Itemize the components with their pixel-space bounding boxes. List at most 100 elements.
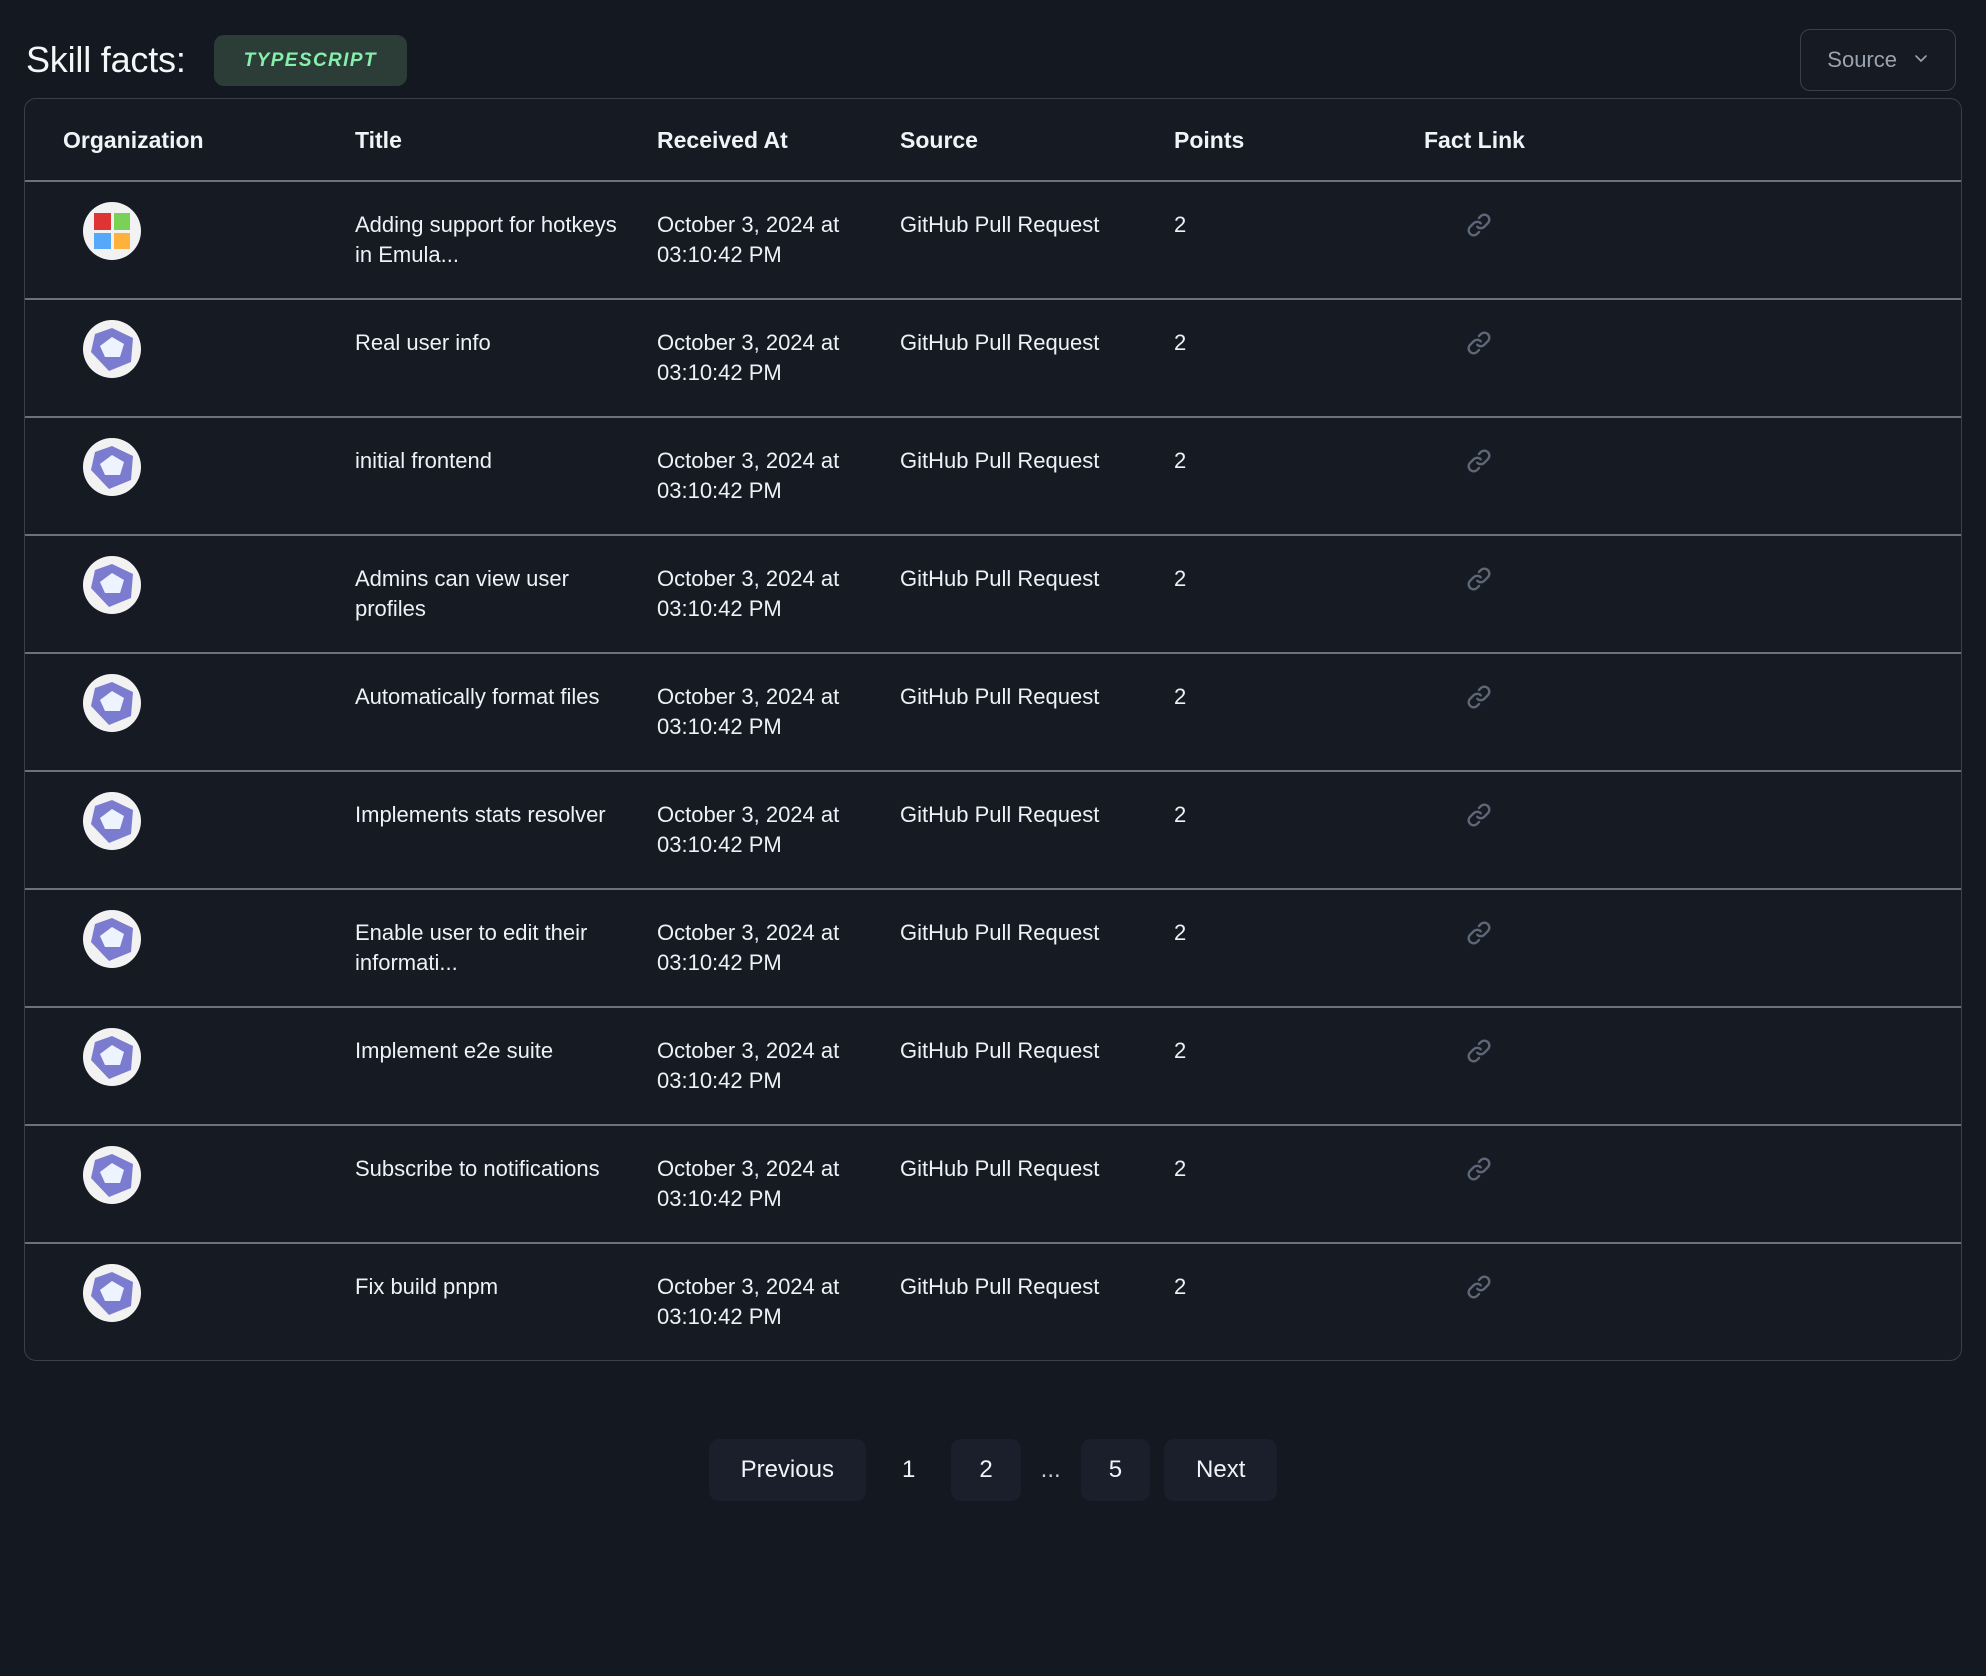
cell-received-at: October 3, 2024 at03:10:42 PM: [657, 299, 900, 417]
link-icon[interactable]: [1464, 328, 1494, 358]
link-icon[interactable]: [1464, 682, 1494, 712]
page-header: Skill facts: TYPESCRIPT Source: [0, 0, 1986, 98]
cell-source: GitHub Pull Request: [900, 181, 1174, 299]
pagination-next-button[interactable]: Next: [1164, 1439, 1277, 1501]
table-row[interactable]: Subscribe to notificationsOctober 3, 202…: [25, 1125, 1961, 1243]
table-row[interactable]: Real user infoOctober 3, 2024 at03:10:42…: [25, 299, 1961, 417]
link-icon[interactable]: [1464, 800, 1494, 830]
link-icon[interactable]: [1464, 564, 1494, 594]
received-date: October 3, 2024 at: [657, 1154, 874, 1184]
pagination-page-1[interactable]: 1: [880, 1439, 937, 1501]
table-row[interactable]: Implement e2e suiteOctober 3, 2024 at03:…: [25, 1007, 1961, 1125]
column-header-source: Source: [900, 99, 1174, 181]
cell-points: 2: [1174, 1243, 1424, 1360]
cell-points: 2: [1174, 653, 1424, 771]
received-date: October 3, 2024 at: [657, 800, 874, 830]
received-time: 03:10:42 PM: [657, 948, 874, 978]
points-value: 2: [1174, 1274, 1186, 1299]
pagination-previous-button[interactable]: Previous: [709, 1439, 866, 1501]
received-time: 03:10:42 PM: [657, 358, 874, 388]
cell-received-at: October 3, 2024 at03:10:42 PM: [657, 1125, 900, 1243]
cell-points: 2: [1174, 1007, 1424, 1125]
points-value: 2: [1174, 684, 1186, 709]
table-row[interactable]: Enable user to edit their informati...Oc…: [25, 889, 1961, 1007]
pagination-page-5[interactable]: 5: [1081, 1439, 1150, 1501]
source-filter-dropdown[interactable]: Source: [1800, 29, 1956, 91]
table-row[interactable]: Admins can view user profilesOctober 3, …: [25, 535, 1961, 653]
table-row[interactable]: Fix build pnpm October 3, 2024 at03:10:42…: [25, 1243, 1961, 1360]
cell-fact-link: [1424, 535, 1961, 653]
fact-title: Fix build pnpm: [355, 1274, 498, 1299]
cell-source: GitHub Pull Request: [900, 1007, 1174, 1125]
link-icon[interactable]: [1464, 918, 1494, 948]
cell-points: 2: [1174, 299, 1424, 417]
fact-title: Adding support for hotkeys in Emula...: [355, 212, 617, 267]
title-group: Skill facts: TYPESCRIPT: [26, 35, 407, 86]
cell-fact-link: [1424, 653, 1961, 771]
cell-fact-link: [1424, 417, 1961, 535]
cell-organization: [25, 417, 355, 535]
table-row[interactable]: Implements stats resolver October 3, 2024…: [25, 771, 1961, 889]
purple-gem-logo-icon: [83, 792, 141, 850]
cell-organization: [25, 889, 355, 1007]
table-head: Organization Title Received At Source Po…: [25, 99, 1961, 181]
pagination-page-2[interactable]: 2: [951, 1439, 1020, 1501]
received-date: October 3, 2024 at: [657, 210, 874, 240]
skill-badge: TYPESCRIPT: [214, 35, 407, 86]
points-value: 2: [1174, 566, 1186, 591]
table-row[interactable]: Adding support for hotkeys in Emula... Oc…: [25, 181, 1961, 299]
source-value: GitHub Pull Request: [900, 1038, 1099, 1063]
cell-organization: [25, 653, 355, 771]
cell-received-at: October 3, 2024 at03:10:42 PM: [657, 1243, 900, 1360]
cell-source: GitHub Pull Request: [900, 771, 1174, 889]
link-icon[interactable]: [1464, 210, 1494, 240]
link-icon[interactable]: [1464, 1272, 1494, 1302]
fact-title: Automatically format files: [355, 684, 600, 709]
fact-title: Implements stats resolver: [355, 802, 606, 827]
cell-title: Adding support for hotkeys in Emula...: [355, 181, 657, 299]
link-icon[interactable]: [1464, 1154, 1494, 1184]
column-header-points: Points: [1174, 99, 1424, 181]
source-value: GitHub Pull Request: [900, 1274, 1099, 1299]
source-value: GitHub Pull Request: [900, 1156, 1099, 1181]
cell-title: Implements stats resolver: [355, 771, 657, 889]
cell-title: Enable user to edit their informati...: [355, 889, 657, 1007]
cell-fact-link: [1424, 889, 1961, 1007]
pagination: Previous 1 2 ... 5 Next: [0, 1439, 1986, 1501]
cell-organization: [25, 1007, 355, 1125]
cell-received-at: October 3, 2024 at03:10:42 PM: [657, 535, 900, 653]
purple-gem-logo-icon: [83, 910, 141, 968]
received-time: 03:10:42 PM: [657, 476, 874, 506]
points-value: 2: [1174, 1156, 1186, 1181]
cell-title: Fix build pnpm: [355, 1243, 657, 1360]
cell-title: Implement e2e suite: [355, 1007, 657, 1125]
received-date: October 3, 2024 at: [657, 446, 874, 476]
received-date: October 3, 2024 at: [657, 328, 874, 358]
received-date: October 3, 2024 at: [657, 918, 874, 948]
received-time: 03:10:42 PM: [657, 240, 874, 270]
source-filter-label: Source: [1827, 47, 1897, 73]
purple-gem-logo-icon: [83, 320, 141, 378]
link-icon[interactable]: [1464, 1036, 1494, 1066]
cell-fact-link: [1424, 1125, 1961, 1243]
pagination-ellipsis: ...: [1035, 1439, 1067, 1501]
table-row[interactable]: Automatically format filesOctober 3, 202…: [25, 653, 1961, 771]
purple-gem-logo-icon: [83, 438, 141, 496]
cell-title: Automatically format files: [355, 653, 657, 771]
cell-source: GitHub Pull Request: [900, 417, 1174, 535]
received-date: October 3, 2024 at: [657, 1036, 874, 1066]
cell-fact-link: [1424, 299, 1961, 417]
cell-fact-link: [1424, 1243, 1961, 1360]
facts-table: Organization Title Received At Source Po…: [25, 99, 1961, 1360]
source-value: GitHub Pull Request: [900, 802, 1099, 827]
source-value: GitHub Pull Request: [900, 566, 1099, 591]
purple-gem-logo-icon: [83, 1146, 141, 1204]
link-icon[interactable]: [1464, 446, 1494, 476]
received-time: 03:10:42 PM: [657, 1302, 874, 1332]
points-value: 2: [1174, 1038, 1186, 1063]
facts-table-container: Organization Title Received At Source Po…: [24, 98, 1962, 1361]
column-header-fact-link: Fact Link: [1424, 99, 1961, 181]
cell-received-at: October 3, 2024 at03:10:42 PM: [657, 889, 900, 1007]
table-row[interactable]: initial frontendOctober 3, 2024 at03:10:…: [25, 417, 1961, 535]
cell-source: GitHub Pull Request: [900, 299, 1174, 417]
